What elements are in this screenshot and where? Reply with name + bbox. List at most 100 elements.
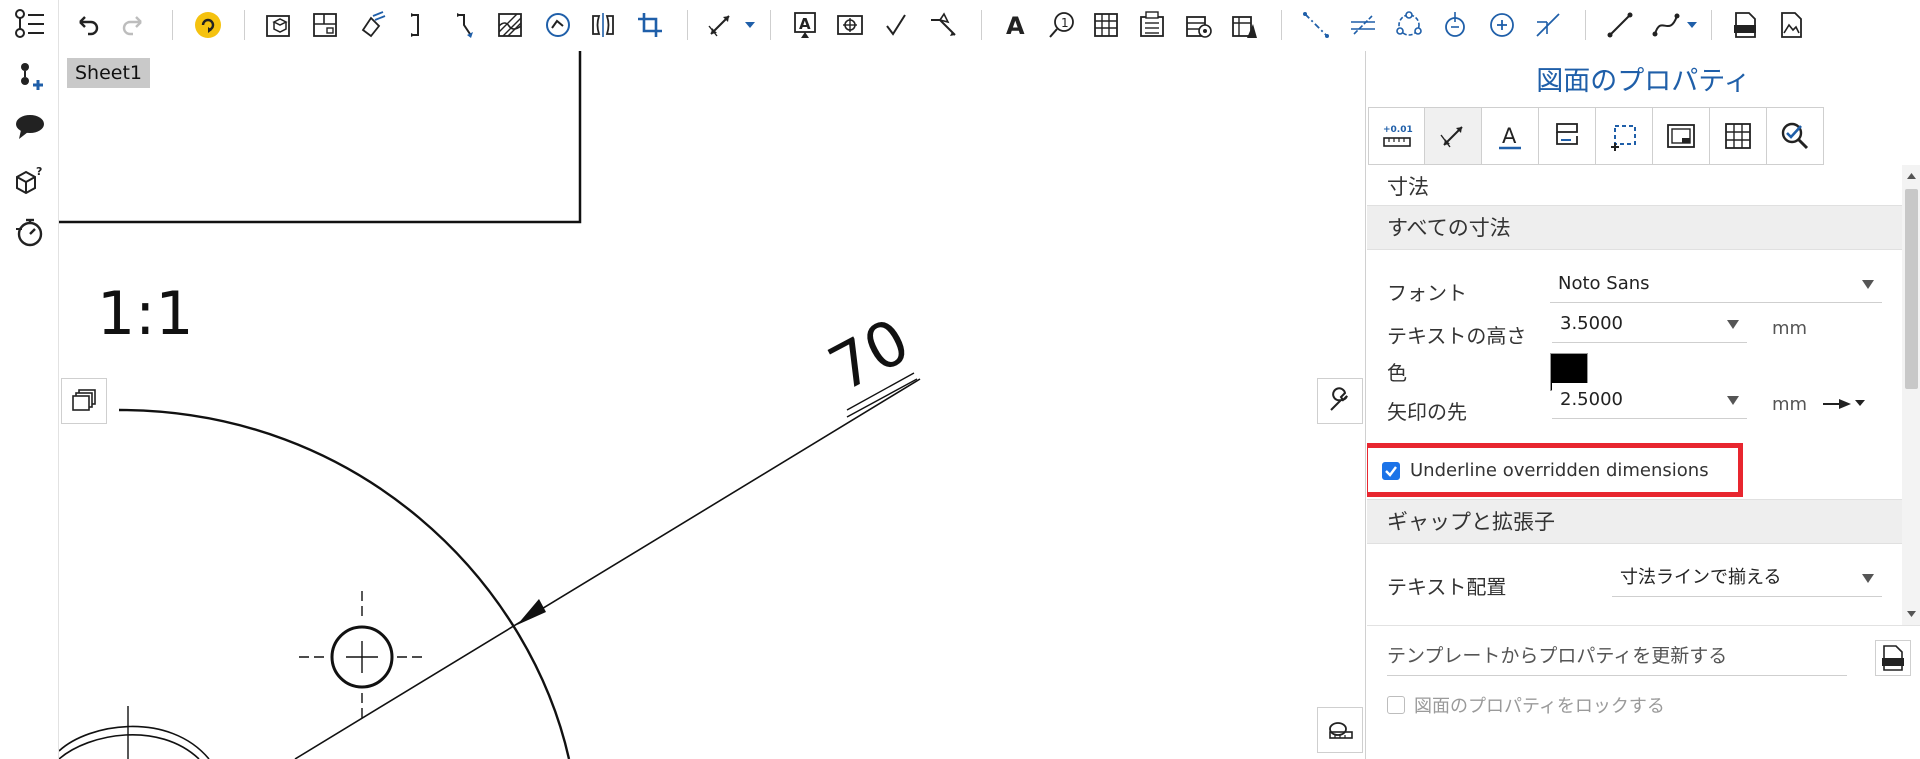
font-chevron-down-icon	[1862, 280, 1874, 289]
text-height-chevron-down-icon	[1727, 320, 1739, 329]
stopwatch-icon[interactable]	[10, 212, 50, 252]
view-tab-icon	[1611, 125, 1636, 151]
spline-icon[interactable]	[1647, 6, 1685, 44]
drawing-geometry	[59, 51, 921, 759]
svg-text:+0.01: +0.01	[1383, 125, 1413, 135]
wrench-icon[interactable]	[1317, 378, 1363, 424]
callout-icon[interactable]: 1	[1042, 6, 1080, 44]
crop-view-icon[interactable]	[631, 6, 669, 44]
comment-icon[interactable]	[10, 107, 50, 147]
circle-centermark-icon[interactable]	[1483, 6, 1521, 44]
text-height-label: テキストの高さ	[1387, 324, 1527, 348]
dimension-icon[interactable]	[701, 6, 739, 44]
tab-dimensions[interactable]	[1425, 107, 1482, 165]
surface-finish-icon[interactable]	[877, 6, 915, 44]
font-select[interactable]: Noto Sans	[1550, 267, 1882, 303]
svg-text:A: A	[799, 15, 811, 33]
text-icon[interactable]: A	[996, 6, 1034, 44]
arrow-label: 矢印の先	[1387, 400, 1467, 424]
arrow-size-value: 2.5000	[1560, 389, 1623, 410]
tab-sheet[interactable]	[1653, 107, 1710, 165]
tab-views[interactable]	[1596, 107, 1653, 165]
weld-symbol-icon[interactable]	[924, 6, 962, 44]
arrow-style-dropdown[interactable]	[1823, 395, 1869, 417]
scroll-thumb[interactable]	[1905, 189, 1918, 389]
aligned-section-icon[interactable]	[445, 6, 483, 44]
undo-icon[interactable]	[69, 6, 107, 44]
add-point-icon[interactable]	[10, 56, 50, 96]
panel-title: 図面のプロパティ	[1536, 66, 1751, 97]
lock-properties-checkbox[interactable]	[1387, 696, 1405, 714]
dimension-dropdown-chevron-down-icon[interactable]	[743, 18, 757, 32]
sheet-tab[interactable]: Sheet1	[67, 58, 151, 88]
drawing-properties-panel: 図面のプロパティ +0.01 A 寸法 すべての寸法 フォント Noto San…	[1365, 51, 1920, 759]
views-toggle-icon[interactable]	[61, 378, 107, 424]
left-sidebar: ?	[0, 0, 59, 759]
font-select-value: Noto Sans	[1558, 273, 1650, 294]
tab-tables[interactable]	[1710, 107, 1767, 165]
annotation-tab-icon	[1556, 123, 1578, 145]
all-dimensions-header[interactable]: すべての寸法	[1367, 205, 1902, 250]
tab-checker[interactable]	[1767, 107, 1824, 165]
font-label: フォント	[1387, 281, 1467, 305]
lock-properties-label[interactable]: 図面のプロパティをロックする	[1414, 692, 1665, 718]
revision-table-icon[interactable]	[1225, 6, 1263, 44]
detail-view-icon[interactable]	[539, 6, 577, 44]
redo-icon[interactable]	[114, 6, 152, 44]
update-from-template-link[interactable]: テンプレートからプロパティを更新する	[1387, 636, 1847, 676]
properties-tabs: +0.01 A	[1368, 107, 1824, 165]
dwt-template-button[interactable]	[1875, 640, 1911, 676]
underline-overridden-checkbox[interactable]	[1382, 462, 1400, 480]
bom-table-icon[interactable]	[1133, 6, 1171, 44]
arrow-size-unit: mm	[1772, 394, 1808, 415]
sketch-dropdown-chevron-down-icon[interactable]	[1685, 18, 1699, 32]
projected-view-icon[interactable]	[306, 6, 344, 44]
text-align-chevron-down-icon	[1862, 574, 1874, 583]
table-icon[interactable]	[1087, 6, 1125, 44]
arrowhead-style-icon	[1823, 399, 1865, 409]
export-dxf-icon[interactable]	[1726, 6, 1764, 44]
scroll-down-icon	[1907, 611, 1916, 617]
tab-annotations[interactable]	[1539, 107, 1596, 165]
text-height-select[interactable]: 3.5000	[1552, 307, 1747, 343]
centerline-icon[interactable]	[1297, 6, 1335, 44]
insert-image-icon[interactable]	[1772, 6, 1810, 44]
measure-tape-icon[interactable]	[1317, 707, 1363, 753]
drawing-canvas[interactable]: Sheet1 1:1 70	[59, 51, 1365, 759]
hole-table-icon[interactable]	[1179, 6, 1217, 44]
centermark-icon[interactable]	[1344, 6, 1382, 44]
tab-text[interactable]: A	[1482, 107, 1539, 165]
feature-control-frame-icon[interactable]	[831, 6, 869, 44]
underline-overridden-label[interactable]: Underline overridden dimensions	[1410, 460, 1709, 481]
parts-help-icon[interactable]: ?	[10, 160, 50, 200]
line-icon[interactable]	[1601, 6, 1639, 44]
text-align-label: テキスト配置	[1387, 575, 1507, 599]
bolt-circle-icon[interactable]	[1390, 6, 1428, 44]
properties-scroll-area[interactable]: 寸法 すべての寸法 フォント Noto Sans テキストの高さ 3.5000 …	[1367, 165, 1902, 625]
feature-list-icon[interactable]	[10, 4, 50, 44]
text-align-value: 寸法ラインで揃える	[1620, 567, 1782, 588]
checkmark-icon	[1385, 466, 1397, 477]
table-tab-icon	[1725, 123, 1751, 149]
view-scale-label: 1:1	[97, 279, 194, 349]
chamfer-icon[interactable]	[1529, 6, 1567, 44]
auxiliary-view-icon[interactable]	[353, 6, 391, 44]
point-centermark-icon[interactable]	[1436, 6, 1474, 44]
properties-scrollbar[interactable]	[1902, 165, 1920, 625]
gap-extension-header[interactable]: ギャップと拡張子	[1367, 499, 1902, 544]
text-align-select[interactable]: 寸法ラインで揃える	[1612, 561, 1882, 597]
text-tab-icon: A	[1499, 124, 1521, 150]
arrow-size-select[interactable]: 2.5000	[1552, 383, 1747, 419]
insert-view-icon[interactable]	[259, 6, 297, 44]
text-height-unit: mm	[1772, 318, 1808, 339]
note-icon[interactable]: A	[786, 6, 824, 44]
broken-out-section-icon[interactable]	[491, 6, 529, 44]
update-icon[interactable]	[189, 6, 227, 44]
section-view-icon[interactable]	[399, 6, 437, 44]
scroll-up-icon	[1907, 173, 1916, 179]
checker-tab-icon	[1781, 122, 1809, 150]
main-toolbar: A A 1	[59, 0, 1920, 51]
arrow-size-chevron-down-icon	[1727, 396, 1739, 405]
break-view-icon[interactable]	[584, 6, 622, 44]
tab-units-precision[interactable]: +0.01	[1368, 107, 1425, 165]
